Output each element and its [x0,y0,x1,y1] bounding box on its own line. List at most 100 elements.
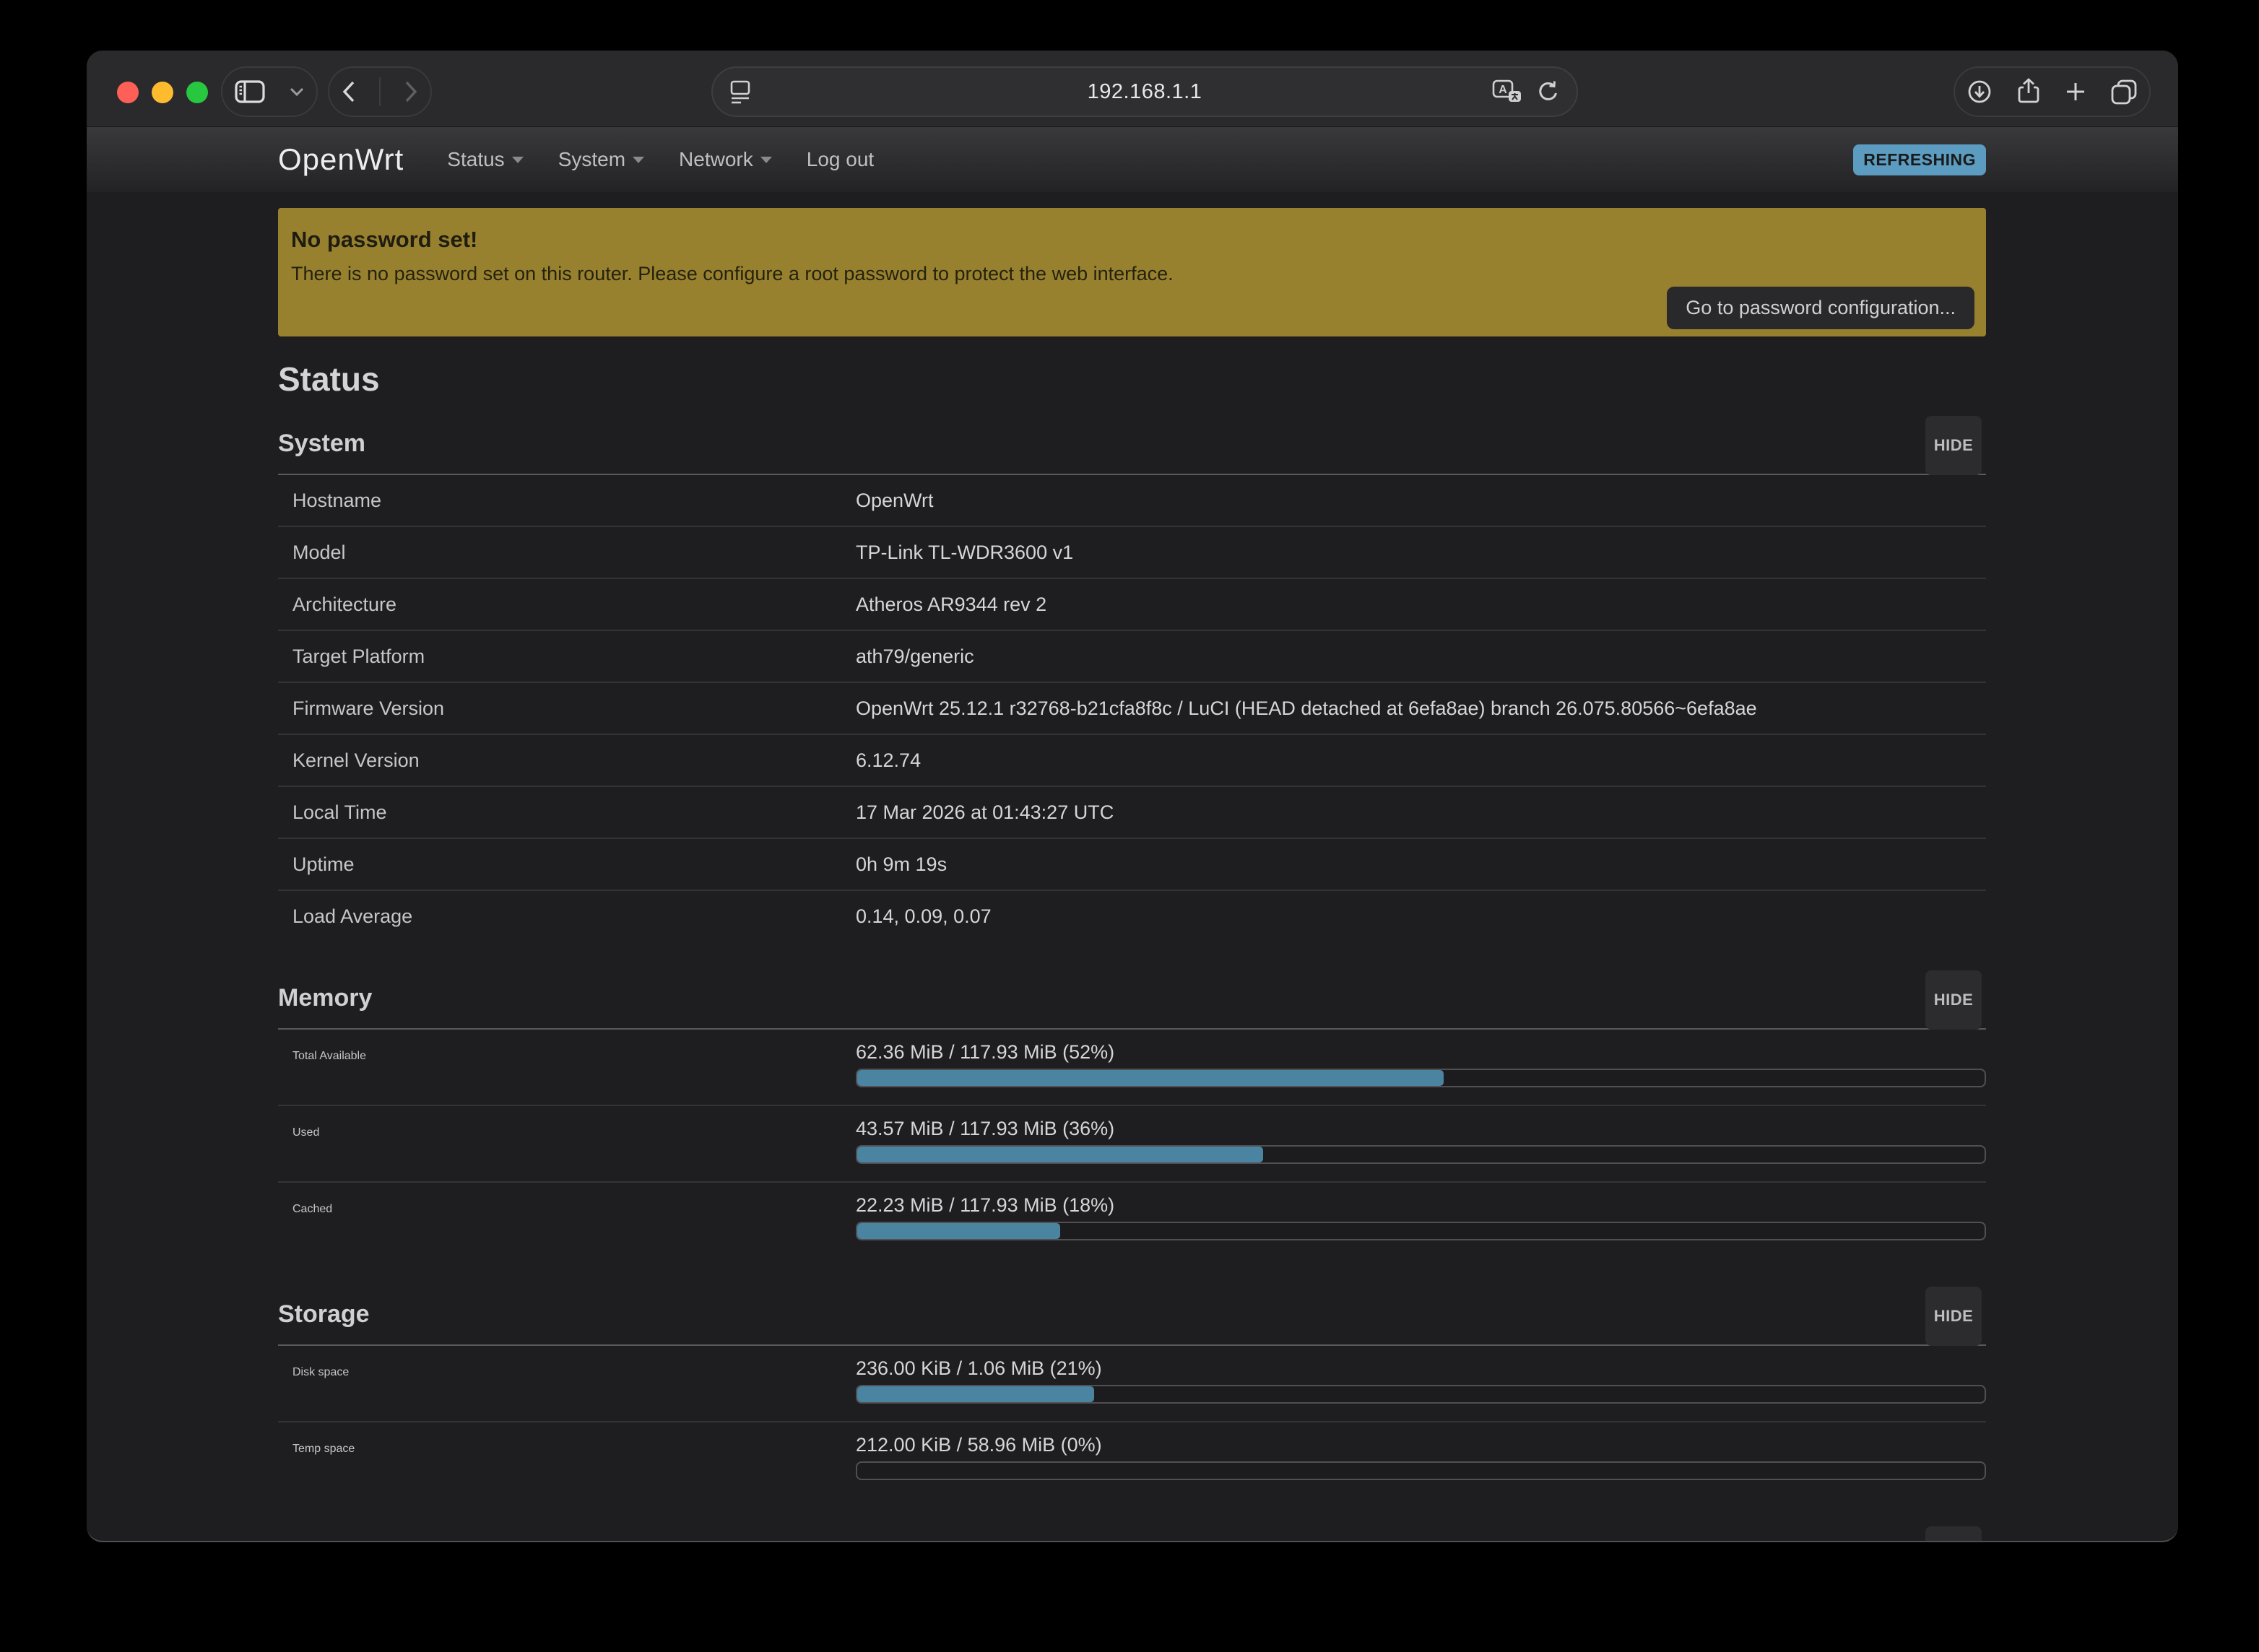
progress-fill [857,1223,1060,1239]
nav-item-label: Network [679,148,753,171]
sidebar-icon [234,79,266,105]
nav-item-label: System [558,148,625,171]
section-header-storage: StorageHIDE [278,1287,1986,1346]
share-icon[interactable] [2015,77,2042,106]
browser-window: 192.168.1.1 A [87,51,2178,1542]
row-value: OpenWrt 25.12.1 r32768-b21cfa8f8c / LuCI… [856,697,1986,719]
back-icon[interactable] [341,79,357,104]
zoom-window-button[interactable] [186,82,208,103]
nav-item-network[interactable]: Network [679,148,772,171]
nav-item-label: Log out [807,148,874,171]
hide-button-memory[interactable]: HIDE [1925,970,1982,1030]
nav-item-label: Status [447,148,504,171]
progress-fill [857,1147,1263,1162]
progress-bar [856,1145,1986,1164]
hide-button-network[interactable]: HIDE [1925,1526,1982,1542]
minimize-window-button[interactable] [152,82,173,103]
openwrt-logo: OpenWrt [278,142,404,177]
browser-toolbar: 192.168.1.1 A [87,51,2178,127]
go-to-password-configuration-button[interactable]: Go to password configuration... [1667,287,1974,329]
row-label: Load Average [292,905,856,927]
progress-bar [856,1222,1986,1240]
nav-item-system[interactable]: System [558,148,644,171]
address-bar[interactable]: 192.168.1.1 A [711,66,1578,117]
progress-fill [857,1386,1094,1402]
progress-value-text: 236.00 KiB / 1.06 MiB (21%) [856,1357,1986,1379]
forward-icon[interactable] [403,79,419,104]
table-row: Uptime0h 9m 19s [278,838,1986,890]
progress-cell: 22.23 MiB / 117.93 MiB (18%) [856,1194,1986,1240]
row-label: Model [292,542,856,563]
row-label: Hostname [292,490,856,511]
progress-bar [856,1385,1986,1404]
progress-bar [856,1461,1986,1480]
row-value: 17 Mar 2026 at 01:43:27 UTC [856,801,1986,823]
section-title: Network [278,1541,1986,1542]
table-row: ArchitectureAtheros AR9344 rev 2 [278,578,1986,630]
toolbar-actions [1954,66,2151,117]
close-window-button[interactable] [117,82,139,103]
section-title: Storage [278,1301,1986,1344]
row-value: Atheros AR9344 rev 2 [856,594,1986,615]
table-row: Used43.57 MiB / 117.93 MiB (36%) [278,1105,1986,1181]
banner-title: No password set! [291,227,1973,253]
table-row: ModelTP-Link TL-WDR3600 v1 [278,526,1986,578]
row-label: Temp space [292,1434,856,1480]
table-row: Target Platformath79/generic [278,630,1986,682]
history-nav-group [328,66,432,117]
download-icon[interactable] [1966,78,1993,105]
no-password-banner: No password set! There is no password se… [278,208,1986,336]
chevron-down-icon [288,86,305,97]
table-row: Cached22.23 MiB / 117.93 MiB (18%) [278,1181,1986,1258]
progress-cell: 43.57 MiB / 117.93 MiB (36%) [856,1118,1986,1164]
table-row: Local Time17 Mar 2026 at 01:43:27 UTC [278,786,1986,838]
page-content: No password set! There is no password se… [87,208,2178,1542]
row-label: Target Platform [292,645,856,667]
row-label: Used [292,1118,856,1164]
table-row: Total Available62.36 MiB / 117.93 MiB (5… [278,1030,1986,1105]
hide-button-system[interactable]: HIDE [1925,416,1982,475]
table-row: Temp space212.00 KiB / 58.96 MiB (0%) [278,1421,1986,1497]
new-tab-icon[interactable] [2063,79,2088,104]
row-label: Firmware Version [292,697,856,719]
banner-message: There is no password set on this router.… [291,263,1973,285]
hide-button-storage[interactable]: HIDE [1925,1287,1982,1346]
reader-icon[interactable] [729,79,752,105]
table-row: Disk space236.00 KiB / 1.06 MiB (21%) [278,1346,1986,1421]
progress-cell: 212.00 KiB / 58.96 MiB (0%) [856,1434,1986,1480]
svg-text:A: A [1499,84,1507,96]
row-label: Local Time [292,801,856,823]
row-value: 6.12.74 [856,749,1986,771]
row-label: Kernel Version [292,749,856,771]
sidebar-toggle-button[interactable] [221,66,318,117]
row-value: ath79/generic [856,645,1986,667]
nav-item-log-out[interactable]: Log out [807,148,874,171]
section-network: NetworkHIDE [278,1526,1986,1542]
url-text: 192.168.1.1 [713,80,1577,104]
nav-item-status[interactable]: Status [447,148,523,171]
section-storage: StorageHIDEDisk space236.00 KiB / 1.06 M… [278,1287,1986,1497]
section-title: Memory [278,985,1986,1028]
nav-links: Status System Network Log out [447,148,874,171]
page-title: Status [278,361,1986,397]
translate-icon[interactable]: A [1491,79,1523,105]
chevron-down-icon [760,157,772,163]
progress-value-text: 22.23 MiB / 117.93 MiB (18%) [856,1194,1986,1216]
progress-value-text: 43.57 MiB / 117.93 MiB (36%) [856,1118,1986,1139]
tab-overview-icon[interactable] [2110,78,2138,105]
row-label: Uptime [292,853,856,875]
section-system: SystemHIDEHostnameOpenWrtModelTP-Link TL… [278,416,1986,942]
progress-cell: 62.36 MiB / 117.93 MiB (52%) [856,1041,1986,1087]
section-header-network: NetworkHIDE [278,1526,1986,1542]
row-value: 0h 9m 19s [856,853,1986,875]
reload-icon[interactable] [1536,79,1561,104]
section-memory: MemoryHIDETotal Available62.36 MiB / 117… [278,970,1986,1258]
chevron-down-icon [633,157,644,163]
progress-fill [857,1070,1444,1086]
progress-value-text: 212.00 KiB / 58.96 MiB (0%) [856,1434,1986,1456]
table-row: HostnameOpenWrt [278,475,1986,526]
row-value: 0.14, 0.09, 0.07 [856,905,1986,927]
row-value: OpenWrt [856,490,1986,511]
section-header-memory: MemoryHIDE [278,970,1986,1030]
row-value: TP-Link TL-WDR3600 v1 [856,542,1986,563]
